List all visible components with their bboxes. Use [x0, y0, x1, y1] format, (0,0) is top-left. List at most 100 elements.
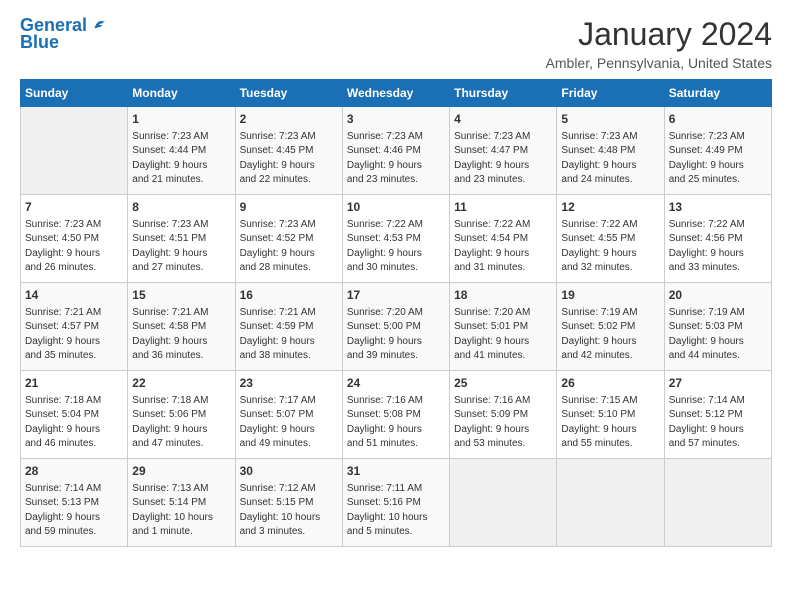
- calendar-cell: 24 Sunrise: 7:16 AM Sunset: 5:08 PM Dayli…: [342, 371, 449, 459]
- calendar-cell: [21, 107, 128, 195]
- calendar-cell: 1 Sunrise: 7:23 AM Sunset: 4:44 PM Daylig…: [128, 107, 235, 195]
- day-info: Sunrise: 7:19 AM Sunset: 5:02 PM Dayligh…: [561, 306, 659, 364]
- day-info: Sunrise: 7:22 AM Sunset: 4:55 PM Dayligh…: [561, 218, 659, 276]
- day-info: Sunrise: 7:11 AM Sunset: 5:16 PM Dayligh…: [347, 482, 445, 540]
- day-info: Sunrise: 7:14 AM Sunset: 5:13 PM Dayligh…: [25, 482, 123, 540]
- calendar-cell: 19 Sunrise: 7:19 AM Sunset: 5:02 PM Dayli…: [557, 283, 664, 371]
- day-header-monday: Monday: [128, 80, 235, 107]
- calendar-cell: 18 Sunrise: 7:20 AM Sunset: 5:01 PM Dayli…: [450, 283, 557, 371]
- day-number: 12: [561, 199, 659, 216]
- day-number: 14: [25, 287, 123, 304]
- calendar-cell: 12 Sunrise: 7:22 AM Sunset: 4:55 PM Dayli…: [557, 195, 664, 283]
- day-number: 16: [240, 287, 338, 304]
- calendar-cell: 17 Sunrise: 7:20 AM Sunset: 5:00 PM Dayli…: [342, 283, 449, 371]
- calendar-cell: 28 Sunrise: 7:14 AM Sunset: 5:13 PM Dayli…: [21, 459, 128, 547]
- day-info: Sunrise: 7:21 AM Sunset: 4:57 PM Dayligh…: [25, 306, 123, 364]
- main-title: January 2024: [546, 16, 772, 53]
- day-number: 19: [561, 287, 659, 304]
- calendar-body: 1 Sunrise: 7:23 AM Sunset: 4:44 PM Daylig…: [21, 107, 772, 547]
- day-number: 6: [669, 111, 767, 128]
- day-number: 17: [347, 287, 445, 304]
- day-info: Sunrise: 7:16 AM Sunset: 5:08 PM Dayligh…: [347, 394, 445, 452]
- day-header-thursday: Thursday: [450, 80, 557, 107]
- day-number: 13: [669, 199, 767, 216]
- day-number: 1: [132, 111, 230, 128]
- calendar-cell: 23Sunrise: 7:17 AM Sunset: 5:07 PM Dayli…: [235, 371, 342, 459]
- calendar-header-row: SundayMondayTuesdayWednesdayThursdayFrid…: [21, 80, 772, 107]
- header: General Blue January 2024 Ambler, Pennsy…: [20, 16, 772, 71]
- calendar-cell: 27Sunrise: 7:14 AM Sunset: 5:12 PM Dayli…: [664, 371, 771, 459]
- day-info: Sunrise: 7:22 AM Sunset: 4:54 PM Dayligh…: [454, 218, 552, 276]
- day-info: Sunrise: 7:23 AM Sunset: 4:51 PM Dayligh…: [132, 218, 230, 276]
- day-info: Sunrise: 7:14 AM Sunset: 5:12 PM Dayligh…: [669, 394, 767, 452]
- calendar-cell: 7 Sunrise: 7:23 AM Sunset: 4:50 PM Daylig…: [21, 195, 128, 283]
- day-info: Sunrise: 7:15 AM Sunset: 5:10 PM Dayligh…: [561, 394, 659, 452]
- calendar-cell: 4 Sunrise: 7:23 AM Sunset: 4:47 PM Daylig…: [450, 107, 557, 195]
- calendar-cell: [557, 459, 664, 547]
- day-info: Sunrise: 7:19 AM Sunset: 5:03 PM Dayligh…: [669, 306, 767, 364]
- day-info: Sunrise: 7:21 AM Sunset: 4:59 PM Dayligh…: [240, 306, 338, 364]
- calendar-cell: 16 Sunrise: 7:21 AM Sunset: 4:59 PM Dayli…: [235, 283, 342, 371]
- calendar-cell: 3 Sunrise: 7:23 AM Sunset: 4:46 PM Daylig…: [342, 107, 449, 195]
- calendar-cell: 9 Sunrise: 7:23 AM Sunset: 4:52 PM Daylig…: [235, 195, 342, 283]
- day-number: 25: [454, 375, 552, 392]
- day-info: Sunrise: 7:22 AM Sunset: 4:56 PM Dayligh…: [669, 218, 767, 276]
- day-info: Sunrise: 7:20 AM Sunset: 5:00 PM Dayligh…: [347, 306, 445, 364]
- day-number: 22: [132, 375, 230, 392]
- calendar-cell: 6 Sunrise: 7:23 AM Sunset: 4:49 PM Daylig…: [664, 107, 771, 195]
- day-number: 20: [669, 287, 767, 304]
- day-info: Sunrise: 7:23 AM Sunset: 4:45 PM Dayligh…: [240, 130, 338, 188]
- day-info: Sunrise: 7:23 AM Sunset: 4:48 PM Dayligh…: [561, 130, 659, 188]
- day-info: Sunrise: 7:17 AM Sunset: 5:07 PM Dayligh…: [240, 394, 338, 452]
- calendar-week-row: 1 Sunrise: 7:23 AM Sunset: 4:44 PM Daylig…: [21, 107, 772, 195]
- title-block: January 2024 Ambler, Pennsylvania, Unite…: [546, 16, 772, 71]
- day-info: Sunrise: 7:16 AM Sunset: 5:09 PM Dayligh…: [454, 394, 552, 452]
- day-number: 18: [454, 287, 552, 304]
- calendar-cell: 21 Sunrise: 7:18 AM Sunset: 5:04 PM Dayli…: [21, 371, 128, 459]
- calendar-cell: 5Sunrise: 7:23 AM Sunset: 4:48 PM Daylig…: [557, 107, 664, 195]
- calendar-cell: 14 Sunrise: 7:21 AM Sunset: 4:57 PM Dayli…: [21, 283, 128, 371]
- calendar-cell: [450, 459, 557, 547]
- calendar-week-row: 14 Sunrise: 7:21 AM Sunset: 4:57 PM Dayli…: [21, 283, 772, 371]
- calendar-cell: 15 Sunrise: 7:21 AM Sunset: 4:58 PM Dayli…: [128, 283, 235, 371]
- day-header-tuesday: Tuesday: [235, 80, 342, 107]
- day-number: 9: [240, 199, 338, 216]
- calendar-page: General Blue January 2024 Ambler, Pennsy…: [0, 0, 792, 612]
- day-info: Sunrise: 7:21 AM Sunset: 4:58 PM Dayligh…: [132, 306, 230, 364]
- day-number: 21: [25, 375, 123, 392]
- logo: General Blue: [20, 16, 107, 53]
- calendar-week-row: 21 Sunrise: 7:18 AM Sunset: 5:04 PM Dayli…: [21, 371, 772, 459]
- day-number: 3: [347, 111, 445, 128]
- day-info: Sunrise: 7:23 AM Sunset: 4:52 PM Dayligh…: [240, 218, 338, 276]
- calendar-cell: 25 Sunrise: 7:16 AM Sunset: 5:09 PM Dayli…: [450, 371, 557, 459]
- day-info: Sunrise: 7:18 AM Sunset: 5:06 PM Dayligh…: [132, 394, 230, 452]
- calendar-cell: 31 Sunrise: 7:11 AM Sunset: 5:16 PM Dayli…: [342, 459, 449, 547]
- day-number: 7: [25, 199, 123, 216]
- day-header-wednesday: Wednesday: [342, 80, 449, 107]
- day-info: Sunrise: 7:23 AM Sunset: 4:49 PM Dayligh…: [669, 130, 767, 188]
- day-info: Sunrise: 7:22 AM Sunset: 4:53 PM Dayligh…: [347, 218, 445, 276]
- day-info: Sunrise: 7:20 AM Sunset: 5:01 PM Dayligh…: [454, 306, 552, 364]
- day-number: 24: [347, 375, 445, 392]
- day-info: Sunrise: 7:23 AM Sunset: 4:44 PM Dayligh…: [132, 130, 230, 188]
- calendar-cell: 10 Sunrise: 7:22 AM Sunset: 4:53 PM Dayli…: [342, 195, 449, 283]
- day-number: 10: [347, 199, 445, 216]
- calendar-week-row: 28 Sunrise: 7:14 AM Sunset: 5:13 PM Dayli…: [21, 459, 772, 547]
- day-info: Sunrise: 7:18 AM Sunset: 5:04 PM Dayligh…: [25, 394, 123, 452]
- calendar-cell: 2 Sunrise: 7:23 AM Sunset: 4:45 PM Daylig…: [235, 107, 342, 195]
- day-number: 2: [240, 111, 338, 128]
- day-info: Sunrise: 7:23 AM Sunset: 4:50 PM Dayligh…: [25, 218, 123, 276]
- day-info: Sunrise: 7:13 AM Sunset: 5:14 PM Dayligh…: [132, 482, 230, 540]
- day-info: Sunrise: 7:23 AM Sunset: 4:46 PM Dayligh…: [347, 130, 445, 188]
- calendar-cell: [664, 459, 771, 547]
- day-header-saturday: Saturday: [664, 80, 771, 107]
- calendar-cell: 29 Sunrise: 7:13 AM Sunset: 5:14 PM Dayli…: [128, 459, 235, 547]
- day-number: 28: [25, 463, 123, 480]
- day-number: 31: [347, 463, 445, 480]
- day-info: Sunrise: 7:23 AM Sunset: 4:47 PM Dayligh…: [454, 130, 552, 188]
- day-number: 4: [454, 111, 552, 128]
- day-number: 8: [132, 199, 230, 216]
- day-number: 29: [132, 463, 230, 480]
- day-number: 15: [132, 287, 230, 304]
- day-number: 30: [240, 463, 338, 480]
